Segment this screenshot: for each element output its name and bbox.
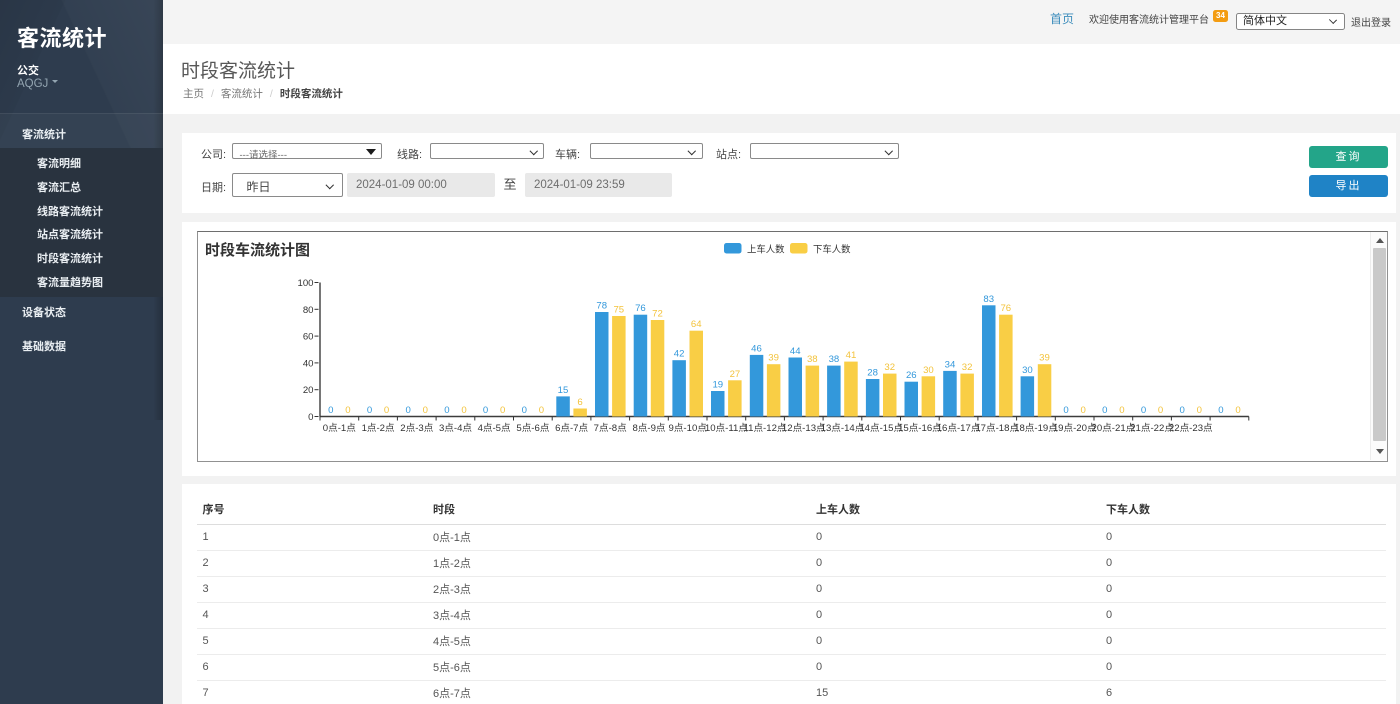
svg-text:28: 28 <box>867 368 878 379</box>
svg-text:32: 32 <box>962 362 973 373</box>
svg-text:0: 0 <box>1119 405 1124 416</box>
svg-text:6: 6 <box>577 397 582 408</box>
svg-text:44: 44 <box>790 346 801 357</box>
svg-text:0: 0 <box>1197 405 1202 416</box>
svg-text:72: 72 <box>652 309 663 320</box>
svg-text:27: 27 <box>730 369 741 380</box>
svg-text:14点-15点: 14点-15点 <box>859 423 903 434</box>
svg-text:0: 0 <box>308 412 313 423</box>
svg-text:0: 0 <box>522 405 527 416</box>
svg-text:0: 0 <box>1081 405 1086 416</box>
svg-text:6点-7点: 6点-7点 <box>555 423 588 434</box>
svg-text:38: 38 <box>829 354 840 365</box>
svg-text:0: 0 <box>328 405 333 416</box>
svg-text:0: 0 <box>461 405 466 416</box>
svg-text:100: 100 <box>297 278 313 289</box>
svg-text:11点-12点: 11点-12点 <box>743 423 786 434</box>
svg-text:83: 83 <box>983 294 994 305</box>
svg-text:时段车流统计图: 时段车流统计图 <box>205 241 310 259</box>
svg-text:9点-10点: 9点-10点 <box>669 423 708 434</box>
svg-text:0: 0 <box>1102 405 1107 416</box>
svg-text:15: 15 <box>558 385 569 396</box>
svg-text:46: 46 <box>751 343 762 354</box>
svg-text:0: 0 <box>423 405 428 416</box>
svg-text:10点-11点: 10点-11点 <box>705 423 748 434</box>
svg-text:21点-22点: 21点-22点 <box>1130 423 1174 434</box>
svg-text:下车人数: 下车人数 <box>813 244 851 255</box>
svg-text:75: 75 <box>613 305 624 316</box>
svg-text:0: 0 <box>1235 405 1240 416</box>
svg-text:15点-16点: 15点-16点 <box>898 423 942 434</box>
svg-text:0: 0 <box>500 405 505 416</box>
svg-text:4点-5点: 4点-5点 <box>478 423 511 434</box>
svg-text:13点-14点: 13点-14点 <box>821 423 865 434</box>
svg-text:17点-18点: 17点-18点 <box>975 423 1019 434</box>
svg-text:0: 0 <box>406 405 411 416</box>
svg-text:0: 0 <box>384 405 389 416</box>
svg-text:0: 0 <box>483 405 488 416</box>
svg-text:41: 41 <box>846 350 857 361</box>
svg-text:76: 76 <box>1000 303 1011 314</box>
svg-text:18点-19点: 18点-19点 <box>1014 423 1058 434</box>
svg-text:0: 0 <box>1063 405 1068 416</box>
svg-text:2点-3点: 2点-3点 <box>400 423 433 434</box>
svg-text:32: 32 <box>884 362 895 373</box>
svg-text:30: 30 <box>923 365 934 376</box>
svg-text:80: 80 <box>303 305 314 316</box>
svg-text:0: 0 <box>444 405 449 416</box>
svg-text:5点-6点: 5点-6点 <box>516 423 549 434</box>
svg-text:7点-8点: 7点-8点 <box>594 423 627 434</box>
svg-text:0: 0 <box>345 405 350 416</box>
svg-text:39: 39 <box>768 353 779 364</box>
svg-text:26: 26 <box>906 370 917 381</box>
svg-text:34: 34 <box>945 359 956 370</box>
svg-text:19点-20点: 19点-20点 <box>1053 423 1097 434</box>
svg-text:0: 0 <box>539 405 544 416</box>
svg-text:0: 0 <box>367 405 372 416</box>
svg-text:12点-13点: 12点-13点 <box>782 423 826 434</box>
svg-text:22点-23点: 22点-23点 <box>1169 423 1213 434</box>
svg-text:60: 60 <box>303 332 314 343</box>
svg-text:0: 0 <box>1158 405 1163 416</box>
svg-text:0: 0 <box>1141 405 1146 416</box>
svg-text:0点-1点: 0点-1点 <box>323 423 356 434</box>
svg-text:20: 20 <box>303 385 314 396</box>
svg-text:上车人数: 上车人数 <box>747 244 785 255</box>
svg-text:3点-4点: 3点-4点 <box>439 423 472 434</box>
svg-text:1点-2点: 1点-2点 <box>362 423 395 434</box>
svg-text:42: 42 <box>674 349 685 360</box>
svg-text:0: 0 <box>1180 405 1185 416</box>
svg-text:20点-21点: 20点-21点 <box>1092 423 1136 434</box>
svg-text:39: 39 <box>1039 353 1050 364</box>
svg-text:19: 19 <box>712 380 723 391</box>
svg-text:40: 40 <box>303 358 314 369</box>
svg-text:8点-9点: 8点-9点 <box>632 423 665 434</box>
svg-text:30: 30 <box>1022 365 1033 376</box>
svg-text:38: 38 <box>807 354 818 365</box>
svg-text:76: 76 <box>635 303 646 314</box>
svg-text:0: 0 <box>1218 405 1223 416</box>
svg-text:64: 64 <box>691 319 702 330</box>
svg-text:78: 78 <box>596 301 607 312</box>
svg-text:16点-17点: 16点-17点 <box>937 423 981 434</box>
